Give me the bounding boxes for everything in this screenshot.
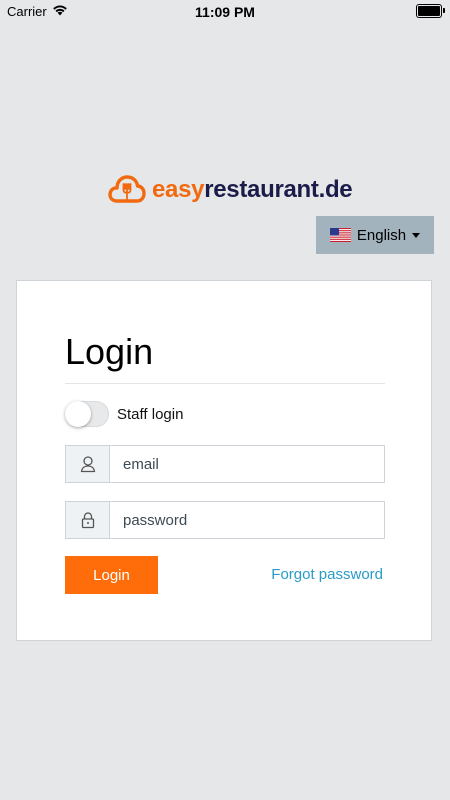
- toggle-knob: [65, 401, 91, 427]
- logo-text: easyrestaurant.de: [152, 176, 353, 204]
- us-flag-icon: [329, 228, 351, 242]
- forgot-password-link[interactable]: Forgot password: [271, 566, 383, 583]
- logo-text-easy: easy: [152, 176, 205, 203]
- title-divider: [65, 383, 385, 384]
- password-field[interactable]: [110, 502, 384, 538]
- language-label: English: [356, 226, 407, 244]
- caret-down-icon: [412, 232, 421, 238]
- password-input-group: [65, 501, 385, 539]
- page-title: Login: [65, 331, 154, 372]
- login-card: Login Staff login Login Forgot password: [16, 280, 432, 641]
- logo-text-restaurant: restaurant.de: [204, 176, 353, 203]
- status-bar: Carrier 11:09 PM: [0, 0, 450, 24]
- user-icon: [66, 446, 110, 482]
- staff-login-toggle[interactable]: [65, 401, 109, 427]
- staff-login-row: Staff login: [65, 401, 183, 427]
- staff-login-label: Staff login: [117, 405, 184, 423]
- status-time: 11:09 PM: [195, 4, 255, 20]
- cloud-fork-icon: [108, 171, 146, 210]
- language-selector[interactable]: English: [316, 216, 434, 254]
- brand-logo: easyrestaurant.de: [108, 171, 353, 210]
- battery-icon: [416, 4, 445, 18]
- lock-icon: [66, 502, 110, 538]
- email-field[interactable]: [110, 446, 384, 482]
- login-button[interactable]: Login: [65, 556, 158, 594]
- email-input-group: [65, 445, 385, 483]
